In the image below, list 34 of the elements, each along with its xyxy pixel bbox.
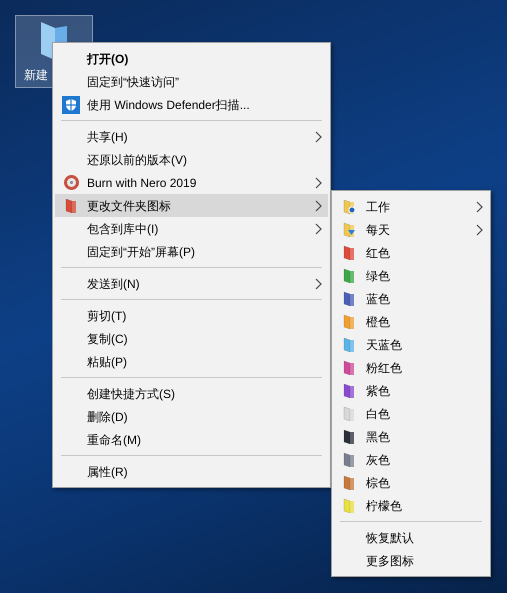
menu-item-label: 包含到库中(I)	[87, 220, 160, 238]
menu-item-label: 灰色	[366, 452, 391, 468]
menu-item-label: 固定到“快速访问”	[87, 74, 180, 90]
folder-label: 新建	[23, 67, 48, 84]
menu-item-label: 固定到“开始”屏幕(P)	[87, 244, 196, 260]
menu-item-label: 紫色	[366, 382, 391, 400]
menu-item-label: 打开(O)	[87, 50, 130, 68]
menu-item-label: 橙色	[366, 314, 391, 330]
menu-item-label: 使用 Windows Defender扫描...	[87, 96, 251, 114]
menu-item-label: 还原以前的版本(V)	[87, 152, 188, 168]
menu-item-label: 删除(D)	[87, 408, 129, 426]
menu-item-label: 共享(H)	[87, 128, 129, 146]
menu-item-label: 复制(C)	[87, 330, 129, 348]
menu-item-label: 恢复默认	[366, 530, 415, 546]
menu-item-label: Burn with Nero 2019	[87, 174, 198, 192]
menu-item-label: 重命名(M)	[87, 432, 142, 448]
menu-item-label: 发送到(N)	[87, 276, 141, 292]
menu-item-label: 天蓝色	[366, 336, 403, 354]
menu-item-label: 剪切(T)	[87, 308, 128, 324]
menu-item-label: 红色	[366, 244, 391, 262]
menu-item-label: 粘贴(P)	[87, 354, 128, 370]
menu-item-label: 属性(R)	[87, 464, 129, 480]
menu-item-label: 粉红色	[366, 360, 403, 376]
menu-item-label: 每天	[366, 222, 391, 238]
menu-item-label: 工作	[366, 198, 391, 216]
menu-item-label: 更多图标	[366, 552, 415, 570]
menu-item-label: 绿色	[366, 268, 391, 284]
menu-item-label: 蓝色	[366, 290, 391, 308]
menu-item-label: 黑色	[366, 428, 391, 446]
menu-item-label: 创建快捷方式(S)	[87, 386, 176, 402]
menu-item-label: 柠檬色	[366, 498, 403, 514]
menu-item-label: 棕色	[366, 474, 391, 492]
menu-item-label: 白色	[366, 406, 391, 422]
menu-item-label: 更改文件夹图标	[87, 198, 172, 214]
